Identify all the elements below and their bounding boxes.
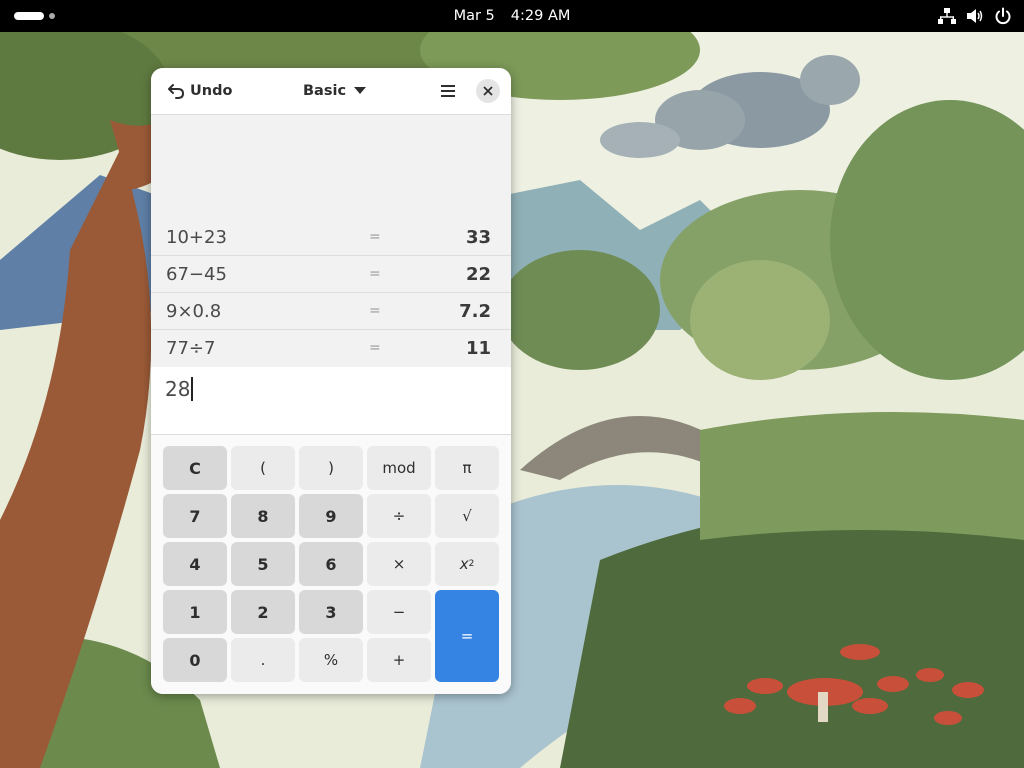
main-menu-button[interactable]	[434, 77, 462, 105]
history-result: 33	[465, 227, 491, 248]
entry-field[interactable]: 28	[165, 376, 194, 402]
subtract-button[interactable]: −	[367, 590, 431, 634]
active-workspace-pill	[14, 12, 44, 20]
history-row[interactable]: 9×0.8 = 7.2	[151, 293, 511, 330]
mode-selector[interactable]: Basic	[296, 77, 373, 105]
history-equals: =	[369, 340, 381, 356]
history-result: 7.2	[459, 301, 491, 322]
digit-5-button[interactable]: 5	[231, 542, 295, 586]
workspace-dot	[49, 13, 55, 19]
pi-button[interactable]: π	[435, 446, 499, 490]
digit-8-button[interactable]: 8	[231, 494, 295, 538]
activities-indicator[interactable]	[14, 10, 64, 22]
square-button[interactable]: x2	[435, 542, 499, 586]
mode-label: Basic	[303, 83, 347, 99]
undo-label: Undo	[190, 83, 233, 99]
calculator-window: Undo Basic 10+23 = 33 67−45 = 22 9×0.8 =…	[151, 68, 511, 694]
text-caret	[191, 377, 194, 401]
history-expression: 9×0.8	[166, 301, 222, 322]
divide-button[interactable]: ÷	[367, 494, 431, 538]
clock: Mar 5 4:29 AM	[0, 0, 1024, 32]
history-equals: =	[369, 303, 381, 319]
system-tray[interactable]	[938, 7, 1012, 25]
add-button[interactable]: +	[367, 638, 431, 682]
history-row[interactable]: 77÷7 = 11	[151, 330, 511, 367]
digit-1-button[interactable]: 1	[163, 590, 227, 634]
history-expression: 77÷7	[166, 338, 216, 359]
hamburger-menu-icon	[441, 85, 455, 97]
history-equals: =	[369, 229, 381, 245]
open-paren-button[interactable]: (	[231, 446, 295, 490]
history-expression: 10+23	[166, 227, 227, 248]
dropdown-arrow-icon	[354, 87, 367, 94]
power-icon[interactable]	[994, 7, 1012, 25]
close-icon	[483, 86, 493, 96]
close-paren-button[interactable]: )	[299, 446, 363, 490]
expression-entry[interactable]: 28	[151, 367, 511, 435]
history-expression: 67−45	[166, 264, 227, 285]
clock-date[interactable]: Mar 5	[454, 8, 495, 24]
network-icon[interactable]	[938, 7, 956, 25]
undo-icon	[168, 84, 185, 99]
digit-3-button[interactable]: 3	[299, 590, 363, 634]
digit-2-button[interactable]: 2	[231, 590, 295, 634]
history-result: 22	[465, 264, 491, 285]
clock-time[interactable]: 4:29 AM	[511, 8, 571, 24]
percent-button[interactable]: %	[299, 638, 363, 682]
history-list: 10+23 = 33 67−45 = 22 9×0.8 = 7.2 77÷7 =…	[151, 115, 511, 367]
keypad: C ( ) mod π 7 8 9 ÷ √ 4 5 6 × x2 1 2 3 −…	[151, 435, 511, 694]
undo-button[interactable]: Undo	[161, 77, 238, 105]
close-button[interactable]	[476, 79, 500, 103]
square-root-button[interactable]: √	[435, 494, 499, 538]
volume-icon[interactable]	[966, 7, 984, 25]
multiply-button[interactable]: ×	[367, 542, 431, 586]
digit-0-button[interactable]: 0	[163, 638, 227, 682]
history-result: 11	[465, 338, 491, 359]
header-bar: Undo Basic	[151, 68, 511, 115]
clear-button[interactable]: C	[163, 446, 227, 490]
digit-4-button[interactable]: 4	[163, 542, 227, 586]
digit-7-button[interactable]: 7	[163, 494, 227, 538]
history-row[interactable]: 10+23 = 33	[151, 219, 511, 256]
history-equals: =	[369, 266, 381, 282]
square-base-label: x	[459, 555, 469, 573]
history-row[interactable]: 67−45 = 22	[151, 256, 511, 293]
decimal-point-button[interactable]: .	[231, 638, 295, 682]
mod-button[interactable]: mod	[367, 446, 431, 490]
entry-text: 28	[165, 377, 191, 401]
equals-button[interactable]: =	[435, 590, 499, 682]
digit-9-button[interactable]: 9	[299, 494, 363, 538]
digit-6-button[interactable]: 6	[299, 542, 363, 586]
top-bar: Mar 5 4:29 AM	[0, 0, 1024, 32]
square-exponent-label: 2	[468, 559, 475, 569]
